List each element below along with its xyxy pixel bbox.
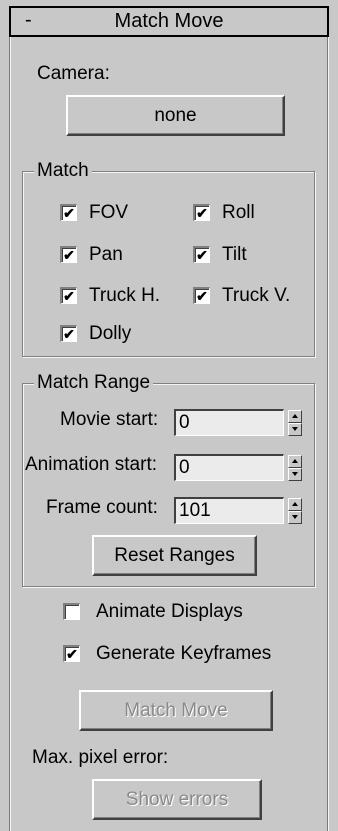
frame-count-input[interactable]: 101 <box>174 497 284 524</box>
roll-checkbox[interactable]: ✔ <box>193 204 210 221</box>
truck-v-label: Truck V. <box>222 285 291 306</box>
reset-ranges-button[interactable]: Reset Ranges <box>92 535 257 576</box>
fov-label: FOV <box>89 202 129 223</box>
rollout-right-border <box>327 14 329 831</box>
match-range-group-title: Match Range <box>34 372 154 394</box>
movie-start-spinner[interactable] <box>288 410 302 436</box>
spinner-down-icon[interactable] <box>288 468 302 481</box>
movie-start-label: Movie start: <box>60 409 159 430</box>
tilt-label: Tilt <box>222 244 247 265</box>
rollout-header-match-move[interactable]: - Match Move <box>9 6 329 37</box>
show-errors-button[interactable]: Show errors <box>92 779 262 820</box>
spinner-up-icon[interactable] <box>288 498 302 511</box>
camera-pick-button[interactable]: none <box>66 95 285 136</box>
animation-start-label: Animation start: <box>25 454 157 475</box>
tilt-checkbox[interactable]: ✔ <box>193 246 210 263</box>
truck-h-label: Truck H. <box>89 285 161 306</box>
frame-count-spinner[interactable] <box>288 498 302 524</box>
camera-label: Camera: <box>37 63 110 84</box>
animation-start-input[interactable]: 0 <box>174 454 284 481</box>
movie-start-input[interactable]: 0 <box>174 409 284 436</box>
rollout-title: Match Move <box>114 10 224 32</box>
animation-start-spinner[interactable] <box>288 455 302 481</box>
max-pixel-error-label: Max. pixel error: <box>32 747 169 768</box>
rollout-left-border <box>9 14 11 831</box>
pan-label: Pan <box>89 244 123 265</box>
spinner-down-icon[interactable] <box>288 511 302 524</box>
spinner-up-icon[interactable] <box>288 410 302 423</box>
animate-displays-label: Animate Displays <box>96 601 243 622</box>
generate-keyframes-label: Generate Keyframes <box>96 643 272 664</box>
match-group-title: Match <box>34 160 92 182</box>
spinner-down-icon[interactable] <box>288 423 302 436</box>
dolly-label: Dolly <box>89 323 132 344</box>
generate-keyframes-checkbox[interactable]: ✔ <box>63 645 80 662</box>
match-move-button[interactable]: Match Move <box>79 690 273 731</box>
frame-count-label: Frame count: <box>46 497 158 518</box>
pan-checkbox[interactable]: ✔ <box>60 246 77 263</box>
truck-v-checkbox[interactable]: ✔ <box>193 287 210 304</box>
animate-displays-checkbox[interactable] <box>63 603 80 620</box>
fov-checkbox[interactable]: ✔ <box>60 204 77 221</box>
truck-h-checkbox[interactable]: ✔ <box>60 287 77 304</box>
spinner-up-icon[interactable] <box>288 455 302 468</box>
dolly-checkbox[interactable]: ✔ <box>60 325 77 342</box>
roll-label: Roll <box>222 202 255 223</box>
